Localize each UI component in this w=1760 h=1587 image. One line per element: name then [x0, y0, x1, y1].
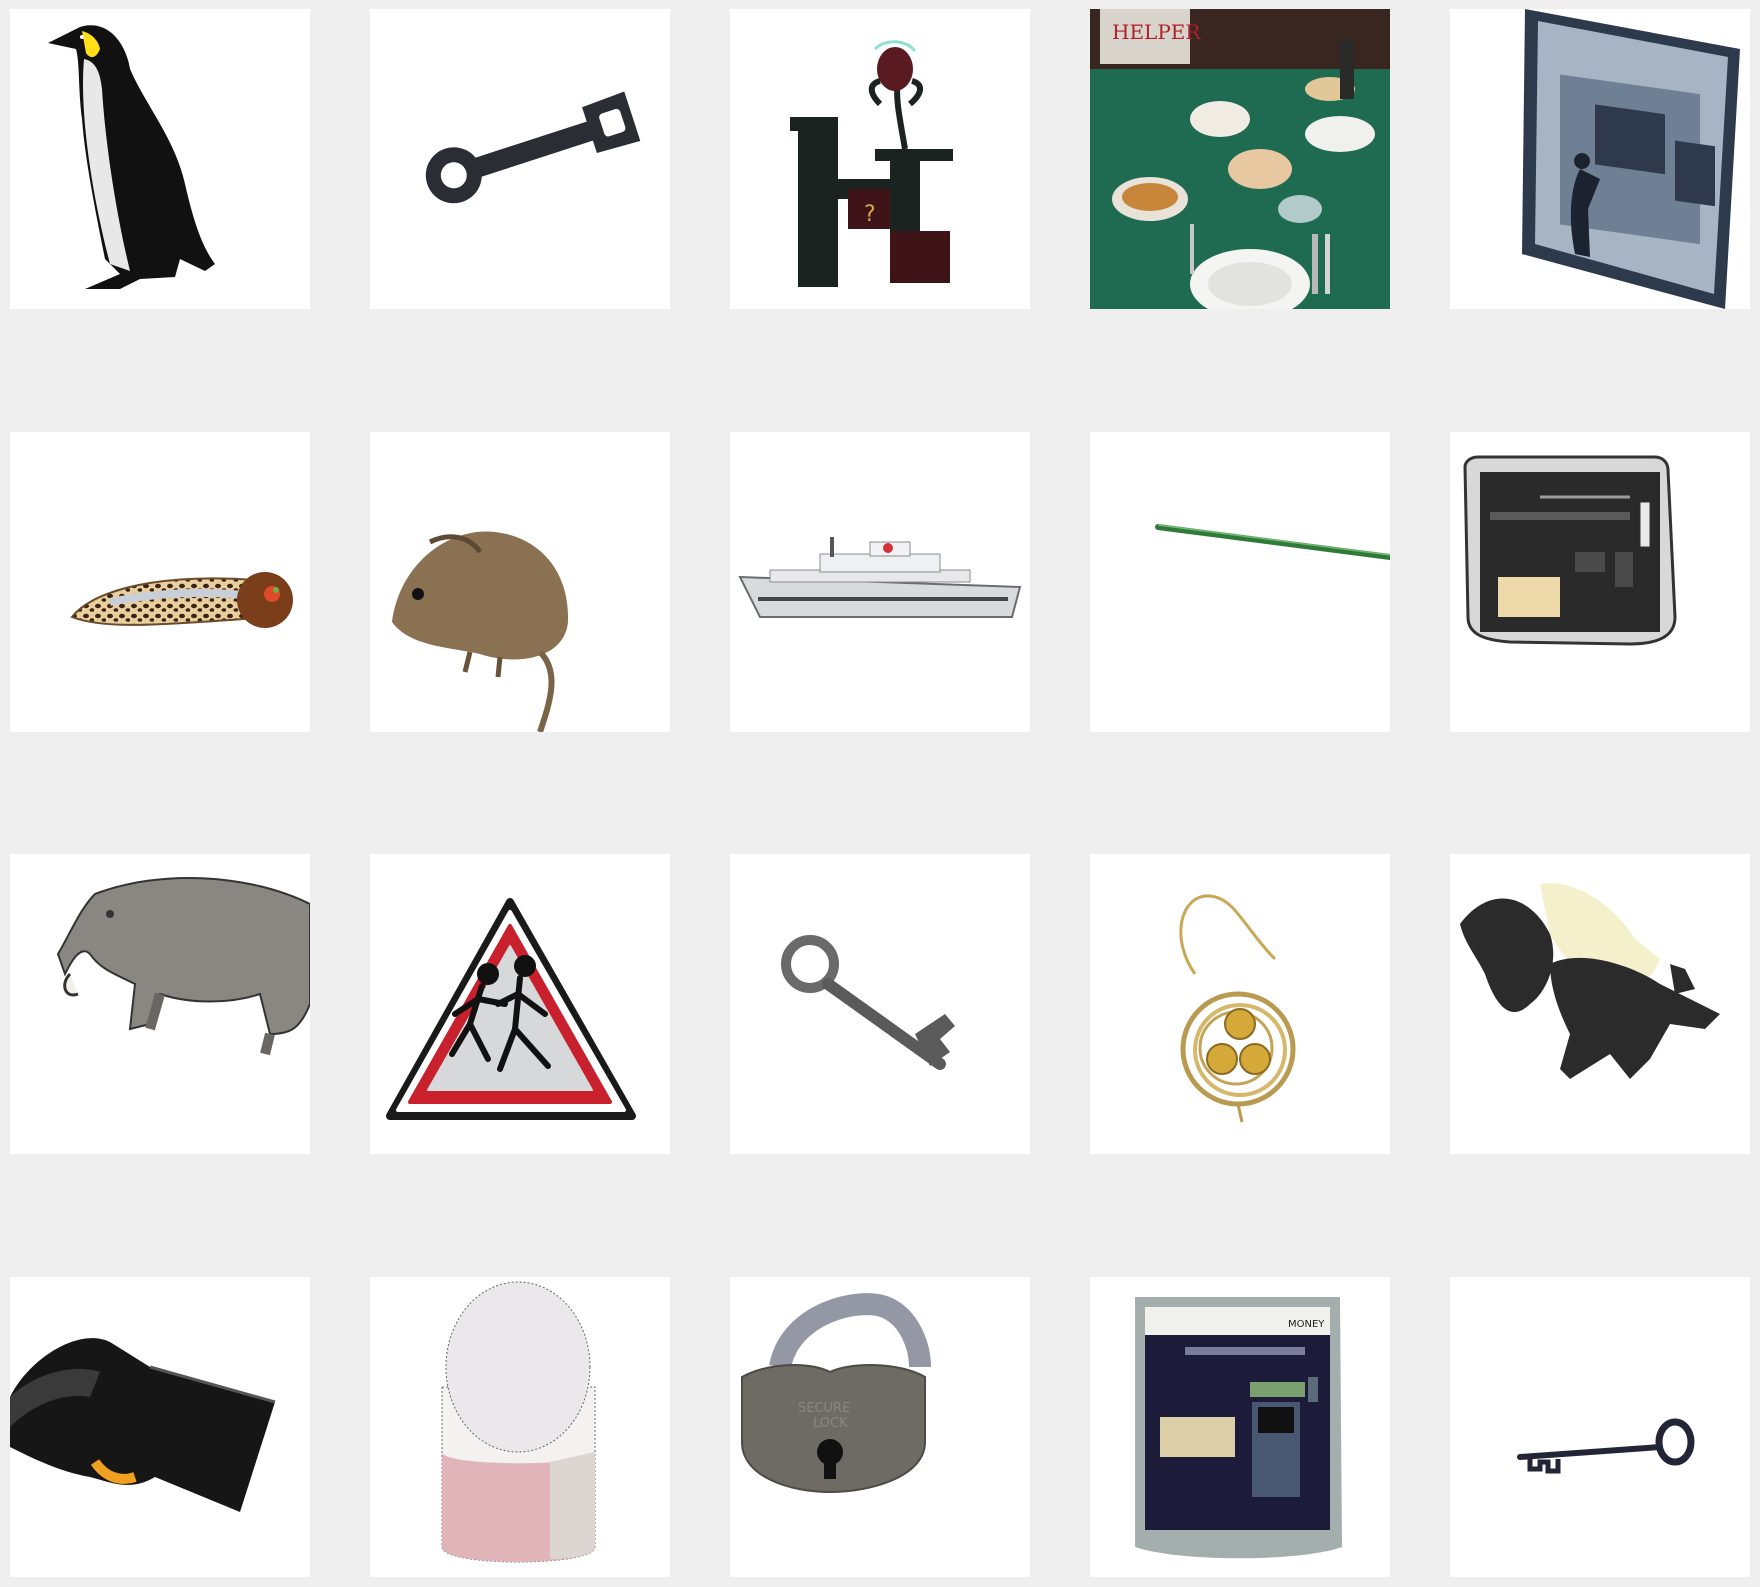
tile-old-key[interactable] — [730, 854, 1030, 1154]
tile-earring[interactable] — [1090, 854, 1390, 1154]
tile-mouse[interactable] — [370, 432, 670, 732]
ship-icon — [738, 537, 1022, 618]
nest-earring-icon — [1179, 894, 1296, 1123]
old-key-icon — [781, 935, 955, 1070]
letter-h-flower-icon: ? — [790, 40, 953, 287]
tile-warthog[interactable] — [10, 854, 310, 1154]
dinner-table-photo: HELPER — [1090, 9, 1390, 309]
tile-padlock[interactable]: SECURE LOCK — [730, 1277, 1030, 1577]
tile-letter-h[interactable]: ? — [730, 9, 1030, 309]
atm-framed-picture-icon — [1522, 9, 1740, 309]
lock-text-lock: LOCK — [813, 1416, 848, 1431]
mouse-icon — [392, 531, 569, 732]
image-grid: ? HELPER SECURE LOCK MONEY — [0, 0, 1760, 1587]
barcode-scanner-icon — [10, 1338, 276, 1512]
tile-crossing-sign[interactable] — [370, 854, 670, 1154]
skeleton-key-icon — [1517, 1418, 1695, 1474]
atm-machine-icon — [1463, 455, 1677, 646]
warthog-icon — [56, 876, 310, 1056]
tile-ship[interactable] — [730, 432, 1030, 732]
tile-cylinder[interactable] — [370, 1277, 670, 1577]
penguin-icon — [48, 25, 215, 290]
svg-text:?: ? — [864, 202, 876, 227]
children-crossing-sign-icon — [386, 898, 636, 1120]
lock-text-secure: SECURE — [798, 1401, 850, 1416]
tile-atm-picture[interactable] — [1450, 9, 1750, 309]
tile-atm-money[interactable]: MONEY — [1090, 1277, 1390, 1577]
tile-penguin[interactable] — [10, 9, 310, 309]
tile-hair-clip[interactable] — [10, 432, 310, 732]
tile-atm-machine[interactable] — [1450, 432, 1750, 732]
helper-text: HELPER — [1112, 20, 1201, 44]
tile-green-stick[interactable] — [1090, 432, 1390, 732]
green-stick-icon — [1155, 524, 1390, 560]
tile-scanner[interactable] — [10, 1277, 310, 1577]
tile-dinner-table[interactable]: HELPER — [1090, 9, 1390, 309]
tile-wrench[interactable] — [370, 9, 670, 309]
atm-money-icon: MONEY — [1135, 1297, 1342, 1559]
tile-skeleton-key[interactable] — [1450, 1277, 1750, 1577]
cylinder-container-icon — [441, 1281, 596, 1563]
leopard-hair-clip-icon — [70, 572, 293, 628]
skunk-icon — [1460, 883, 1720, 1079]
tile-skunk[interactable] — [1450, 854, 1750, 1154]
atm-label: MONEY — [1288, 1319, 1325, 1330]
padlock-icon: SECURE LOCK — [741, 1293, 931, 1494]
wrench-key-icon — [425, 91, 641, 204]
